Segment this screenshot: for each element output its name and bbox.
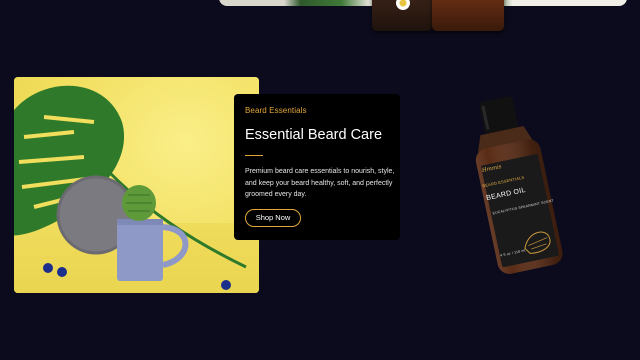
promo-card: Beard Essentials Essential Beard Care Pr… xyxy=(234,94,400,240)
product-lifestyle-image xyxy=(14,77,259,293)
daisy-icon xyxy=(396,0,410,10)
page: Beard Essentials Essential Beard Care Pr… xyxy=(0,0,640,360)
beard-oil-bottle-image: Hmmis BEARD ESSENTIALS BEARD OIL EUCALYP… xyxy=(470,91,580,281)
monstera-cactus-illustration xyxy=(14,85,247,290)
accent-divider xyxy=(245,155,263,156)
promo-description: Premium beard care essentials to nourish… xyxy=(245,168,395,198)
promo-eyebrow: Beard Essentials xyxy=(245,106,307,115)
top-bottle-image xyxy=(432,0,504,31)
shop-now-button[interactable]: Shop Now xyxy=(245,209,301,227)
top-bottle-image xyxy=(372,0,432,31)
promo-heading: Essential Beard Care xyxy=(245,127,383,143)
